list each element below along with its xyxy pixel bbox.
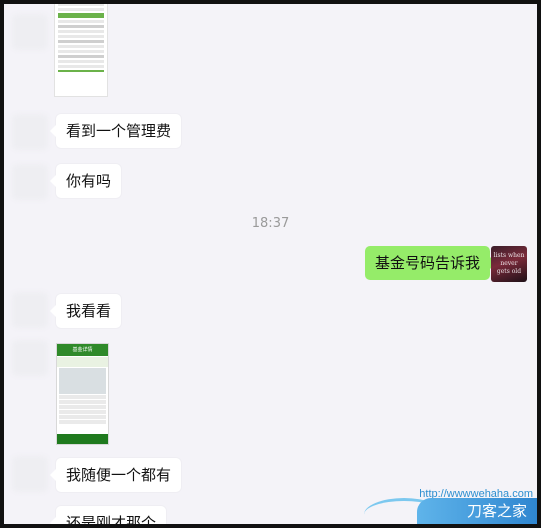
avatar-text-line: lists when (493, 252, 525, 259)
message-timestamp: 18:37 (251, 216, 290, 231)
contact-avatar[interactable] (12, 164, 48, 200)
watermark-logo: 刀客之家 (417, 498, 537, 524)
message-bubble-incoming[interactable]: 你有吗 (49, 164, 122, 198)
my-avatar[interactable]: lists when never gets old (491, 246, 527, 282)
message-bubble-incoming[interactable]: 我随便一个都有 (49, 458, 182, 492)
message-bubble-incoming[interactable]: 还是刚才那个 (49, 506, 167, 524)
contact-avatar[interactable] (12, 340, 48, 376)
message-bubble-incoming[interactable]: 看到一个管理费 (49, 114, 182, 148)
contact-avatar[interactable] (12, 292, 48, 328)
image-message[interactable] (54, 4, 108, 97)
chat-area[interactable]: 看到一个管理费 你有吗 18:37 基金号码告诉我 lists when nev… (4, 4, 537, 524)
contact-avatar[interactable] (12, 456, 48, 492)
avatar-text-line: never (500, 260, 518, 267)
avatar-text-line: gets old (496, 268, 522, 275)
message-bubble-incoming[interactable]: 我看看 (49, 294, 122, 328)
image-message[interactable]: 基金详情 (56, 343, 109, 445)
image-header: 基金详情 (57, 344, 108, 356)
contact-avatar[interactable] (12, 14, 48, 50)
contact-avatar[interactable] (12, 114, 48, 150)
message-bubble-outgoing[interactable]: 基金号码告诉我 (365, 246, 497, 280)
